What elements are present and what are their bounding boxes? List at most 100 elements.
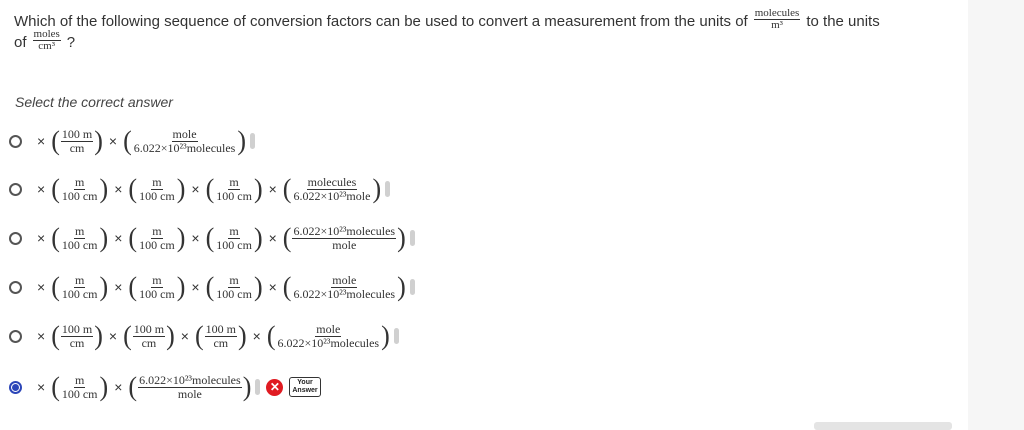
fraction-numerator: mole xyxy=(171,126,198,142)
conversion-factor: (m 100 cm) xyxy=(51,371,109,402)
left-paren: ( xyxy=(282,271,292,302)
left-paren: ( xyxy=(205,222,215,253)
conversion-factor: (6.022×10²³molecules mole) xyxy=(128,373,251,401)
fraction-numerator: 6.022×10²³molecules xyxy=(292,223,397,239)
fraction-denominator: 6.022×10²³molecules xyxy=(293,286,396,301)
times-sign: × xyxy=(37,279,46,295)
radio-button[interactable] xyxy=(9,134,22,148)
fraction-numerator: m xyxy=(74,372,86,388)
question-text-before: Which of the following sequence of conve… xyxy=(14,12,748,30)
fraction-denominator: cm xyxy=(69,140,85,155)
right-paren: ) xyxy=(237,125,247,156)
input-cursor xyxy=(409,230,415,246)
fraction: m 100 cm xyxy=(61,223,99,252)
left-paren: ( xyxy=(51,371,60,402)
fraction-denominator: 100 cm xyxy=(216,286,252,301)
fraction-denominator: cm xyxy=(213,335,229,350)
fraction-numerator: m xyxy=(151,272,163,288)
fraction-numerator: m xyxy=(228,272,240,288)
right-paren: ) xyxy=(176,173,186,204)
question-panel: Which of the following sequence of conve… xyxy=(0,0,968,430)
times-sign: × xyxy=(37,181,46,197)
radio-button[interactable] xyxy=(9,380,22,394)
right-paren: ) xyxy=(237,320,247,351)
fraction-numerator: 100 m xyxy=(132,321,166,337)
answer-option-1[interactable]: ×(100 m cm) ×(mole 6.022×10²³molecules) xyxy=(9,125,256,157)
right-paren: ) xyxy=(99,271,109,302)
conversion-factor: (100 m cm) xyxy=(51,125,103,156)
fraction-numerator: m xyxy=(151,223,163,239)
radio-button[interactable] xyxy=(9,329,22,343)
times-sign: × xyxy=(114,181,123,197)
conversion-factor: (100 m cm) xyxy=(195,320,247,351)
times-sign: × xyxy=(37,133,46,149)
question-text: Which of the following sequence of conve… xyxy=(14,8,959,54)
fraction-denominator: 100 cm xyxy=(61,237,98,252)
fraction-denominator: 100 cm xyxy=(139,286,175,301)
horizontal-scrollbar[interactable] xyxy=(814,422,952,430)
fraction: 100 m cm xyxy=(60,321,94,350)
conversion-factor: (m 100 cm) xyxy=(51,222,109,253)
times-sign: × xyxy=(37,328,46,344)
right-paren: ) xyxy=(94,125,103,156)
fraction: m 100 cm xyxy=(61,372,99,401)
fraction-numerator: 100 m xyxy=(60,321,94,337)
times-sign: × xyxy=(37,230,46,246)
fraction-numerator: 100 m xyxy=(204,321,237,337)
times-sign: × xyxy=(191,279,200,295)
radio-button[interactable] xyxy=(9,182,22,196)
fraction: m 100 cm xyxy=(215,272,253,301)
fraction: mole 6.022×10²³molecules xyxy=(292,273,396,301)
fraction: m 100 cm xyxy=(215,175,253,203)
right-paren: ) xyxy=(99,371,109,402)
times-sign: × xyxy=(268,279,277,295)
fraction: 100 m cm xyxy=(204,321,237,350)
right-paren: ) xyxy=(176,222,186,253)
fraction-numerator: molecules xyxy=(306,174,358,190)
left-paren: ( xyxy=(128,173,138,204)
fraction-numerator: m xyxy=(74,174,86,190)
fraction: m 100 cm xyxy=(215,224,253,252)
fraction-numerator: m xyxy=(74,223,86,239)
times-sign: × xyxy=(114,379,123,395)
right-paren: ) xyxy=(253,222,263,253)
answer-option-4[interactable]: ×(m 100 cm) ×(m 100 cm) ×(m 100 cm) ×(mole 6.02… xyxy=(9,271,415,303)
conversion-factor: (m 100 cm) xyxy=(128,272,185,301)
to-unit: moles cm³ xyxy=(32,29,61,52)
radio-button[interactable] xyxy=(9,280,22,294)
answer-option-3[interactable]: ×(m 100 cm) ×(m 100 cm) ×(m 100 cm) ×(6.022×10… xyxy=(9,222,415,254)
left-paren: ( xyxy=(128,222,138,253)
right-paren: ) xyxy=(372,173,382,204)
conversion-factor: (mole 6.022×10²³molecules) xyxy=(282,271,406,302)
fraction-denominator: mole xyxy=(332,237,357,252)
your-answer-badge: Your Answer xyxy=(289,377,321,397)
input-cursor xyxy=(385,181,391,197)
fraction-numerator: 100 m xyxy=(60,126,94,142)
conversion-factor: (m 100 cm) xyxy=(205,222,263,253)
conversion-factor: (m 100 cm) xyxy=(128,173,186,204)
from-unit-den: m³ xyxy=(771,19,783,31)
fraction-denominator: 100 cm xyxy=(216,237,252,252)
fraction: m 100 cm xyxy=(138,272,176,301)
left-paren: ( xyxy=(123,320,132,351)
answer-option-2[interactable]: ×(m 100 cm) ×(m 100 cm) ×(m 100 cm) ×(molecule… xyxy=(9,173,391,205)
answer-option-5[interactable]: ×(100 m cm) ×(100 m cm) ×(100 m cm) ×(mole 6.02… xyxy=(9,320,399,352)
fraction-numerator: mole xyxy=(315,321,342,337)
answer-option-6[interactable]: ×(m 100 cm) ×(6.022×10²³molecules mole) ✕ You… xyxy=(9,371,321,403)
x-circle-icon: ✕ xyxy=(266,378,284,396)
right-paren: ) xyxy=(397,271,406,302)
times-sign: × xyxy=(268,230,277,246)
fraction-denominator: 100 cm xyxy=(61,188,98,203)
right-paren: ) xyxy=(253,271,263,302)
right-paren: ) xyxy=(99,173,109,204)
fraction-denominator: 100 cm xyxy=(61,386,98,401)
left-paren: ( xyxy=(282,222,292,253)
left-paren: ( xyxy=(51,320,60,351)
input-cursor xyxy=(409,279,415,295)
conversion-factor: (6.022×10²³molecules mole) xyxy=(282,222,406,253)
fraction-denominator: 100 cm xyxy=(216,188,252,203)
conversion-factor: (m 100 cm) xyxy=(51,271,109,302)
right-paren: ) xyxy=(94,320,103,351)
radio-button[interactable] xyxy=(9,231,22,245)
right-paren: ) xyxy=(99,222,109,253)
